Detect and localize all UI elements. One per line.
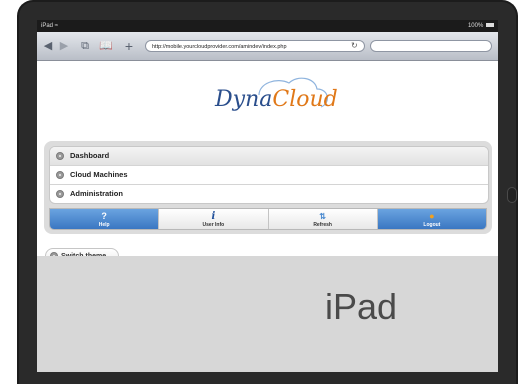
user-info-label: User Info xyxy=(202,222,225,228)
logout-button[interactable]: ● Logout xyxy=(377,209,486,229)
wifi-icon: ≈ xyxy=(54,23,58,29)
status-bar: iPad ≈ 100% xyxy=(37,20,498,32)
back-icon[interactable]: ◀ xyxy=(43,39,53,53)
ipad-caption: iPad xyxy=(325,286,398,327)
info-icon: i xyxy=(211,211,216,222)
screen: iPad ≈ 100% ◀ ▶ ⧉ 📖 + http://mobile.your… xyxy=(37,20,498,372)
forward-icon[interactable]: ▶ xyxy=(59,39,69,53)
menu-panel: Dashboard Cloud Machines Administration … xyxy=(44,141,492,234)
help-button[interactable]: ? Help xyxy=(50,209,160,229)
menu-item-label: Cloud Machines xyxy=(70,170,128,179)
battery-icon xyxy=(486,23,494,28)
logo-text-part1: Dyna xyxy=(215,87,273,112)
user-info-button[interactable]: i User Info xyxy=(159,209,269,229)
add-icon[interactable]: + xyxy=(123,39,135,53)
logout-label: Logout xyxy=(423,222,441,228)
menu-item-label: Administration xyxy=(70,189,123,198)
menu-item-label: Dashboard xyxy=(70,151,110,160)
bullet-icon xyxy=(56,152,64,160)
empty-area: iPad xyxy=(37,256,498,372)
web-page: DynaCloud Dashboard Cloud Machines Admin… xyxy=(37,61,498,264)
help-icon: ? xyxy=(101,211,107,221)
browser-toolbar: ◀ ▶ ⧉ 📖 + http://mobile.yourcloudprovide… xyxy=(37,32,498,61)
logo: DynaCloud xyxy=(197,73,347,123)
bullet-icon xyxy=(56,171,64,179)
bookmarks-icon[interactable]: 📖 xyxy=(99,39,113,53)
menu-item-administration[interactable]: Administration xyxy=(50,185,488,203)
nav-bar: ? Help i User Info ⇅ Refresh ● Logout xyxy=(49,208,487,230)
menu-list: Dashboard Cloud Machines Administration xyxy=(49,146,489,204)
logo-text-part2: Cloud xyxy=(272,87,338,112)
url-field[interactable]: http://mobile.yourcloudprovider.com/amin… xyxy=(145,40,365,52)
tabs-icon[interactable]: ⧉ xyxy=(79,39,91,53)
reload-icon[interactable]: ↻ xyxy=(351,41,358,51)
help-label: Help xyxy=(98,222,110,228)
menu-item-cloud-machines[interactable]: Cloud Machines xyxy=(50,166,488,185)
search-field[interactable] xyxy=(370,40,492,52)
lock-icon: ● xyxy=(429,211,435,221)
bullet-icon xyxy=(56,190,64,198)
menu-item-dashboard[interactable]: Dashboard xyxy=(50,147,488,166)
device-name: iPad xyxy=(41,23,54,29)
refresh-icon: ⇅ xyxy=(319,212,326,221)
refresh-label: Refresh xyxy=(313,222,332,228)
refresh-button[interactable]: ⇅ Refresh xyxy=(268,209,378,229)
home-button[interactable] xyxy=(507,187,517,203)
battery-percent: 100% xyxy=(467,23,484,29)
